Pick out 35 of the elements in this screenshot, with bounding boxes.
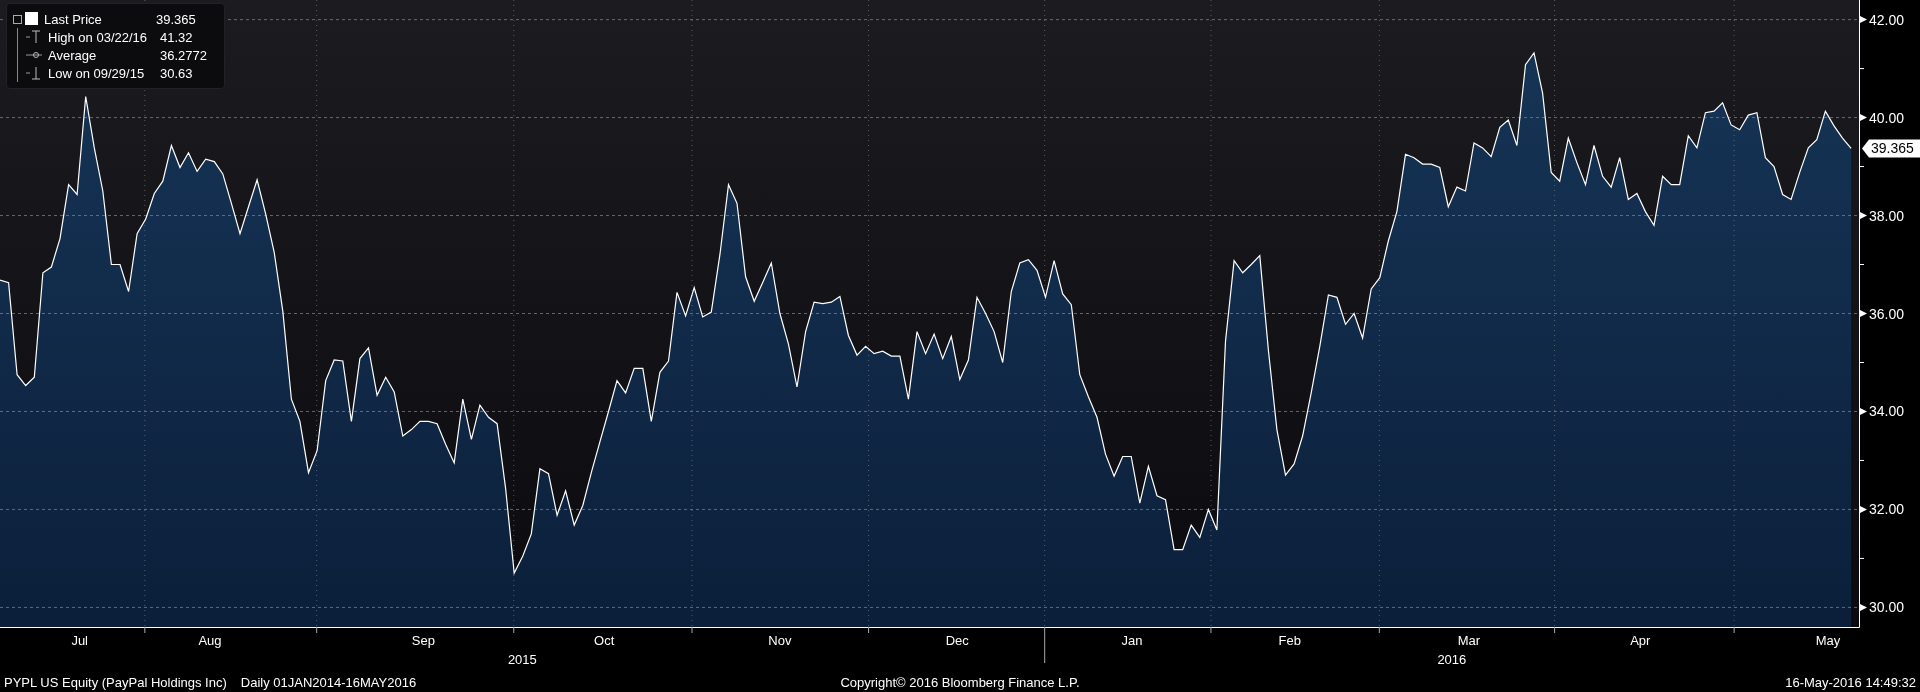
axis-label: 30.00 (1869, 599, 1905, 616)
axis-label: May (1815, 633, 1841, 648)
timestamp-text: 16-May-2016 14:49:32 (1784, 674, 1916, 690)
year-label: 2016 (1437, 652, 1467, 667)
legend-label: Average (48, 47, 98, 63)
axis-label: 32.00 (1869, 501, 1905, 518)
legend-value: 36.2772 (160, 47, 208, 63)
axis-label: Oct (594, 633, 615, 648)
axis-label: Apr (1630, 633, 1651, 648)
series-swatch-icon (22, 11, 40, 27)
footer-text: Daily 01JAN2014-16MAY2016 (240, 674, 417, 690)
legend-label: Last Price (44, 11, 103, 27)
axis-label: Nov (768, 633, 792, 648)
axis-label: 38.00 (1869, 207, 1905, 224)
axis-label: 34.00 (1869, 403, 1905, 420)
legend-value: 30.63 (160, 65, 194, 81)
legend-value: 41.32 (160, 29, 194, 45)
year-label: 2015 (507, 652, 537, 667)
legend-value: 39.365 (156, 11, 197, 27)
axis-label: Dec (945, 633, 969, 648)
collapse-icon[interactable] (13, 14, 22, 24)
axis-label: Aug (198, 633, 222, 648)
axis-label: Jan (1121, 633, 1143, 648)
footer-text: PYPL US Equity (PayPal Holdings Inc) (4, 674, 227, 690)
axis-label: 42.00 (1869, 11, 1905, 28)
legend-label: Low on 09/29/15 (48, 65, 146, 81)
axis-label: Sep (411, 633, 435, 648)
axis-label: Mar (1457, 633, 1481, 648)
legend-label: High on 03/22/16 (48, 29, 149, 45)
axis-label: 36.00 (1869, 305, 1905, 322)
price-tag: 39.365 (1862, 139, 1920, 158)
axis-label: 40.00 (1869, 109, 1905, 126)
axis-label: Feb (1278, 633, 1301, 648)
axis-label: Jul (71, 633, 88, 648)
copyright-text: Copyright© 2016 Bloomberg Finance L.P. (840, 674, 1080, 690)
